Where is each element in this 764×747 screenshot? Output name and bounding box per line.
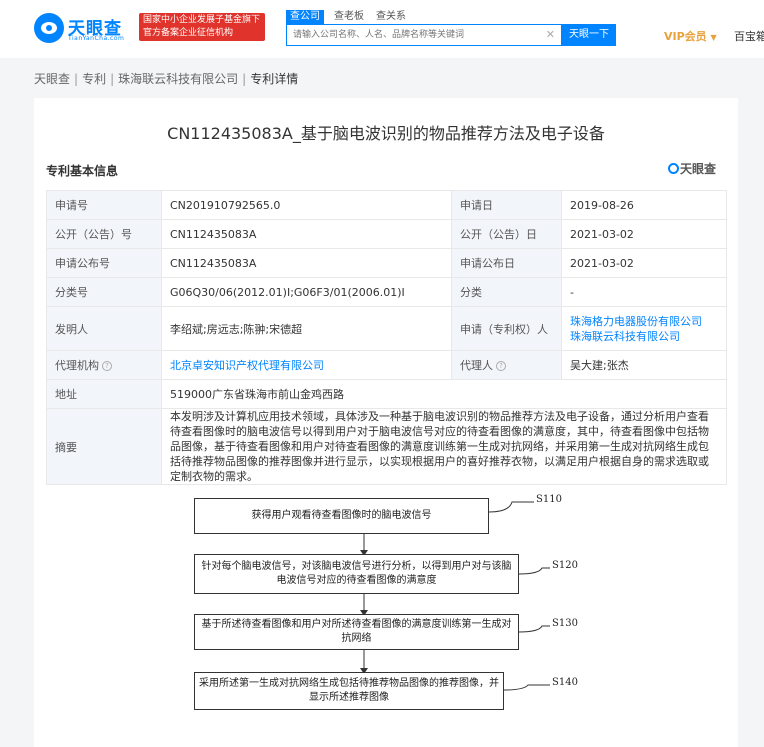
flow-label-s120: S120 <box>552 560 578 571</box>
applicant-link-2[interactable]: 珠海联云科技有限公司 <box>570 329 718 344</box>
applicant-link-1[interactable]: 珠海格力电器股份有限公司 <box>570 314 718 329</box>
label-leader <box>503 684 550 691</box>
category-value: - <box>561 277 727 307</box>
search-input[interactable] <box>287 25 537 45</box>
gov-badge[interactable]: 国家中小企业发展子基金旗下 官方备案企业征信机构 <box>139 13 265 41</box>
page-title: CN112435083A_基于脑电波识别的物品推荐方法及电子设备 <box>167 124 605 143</box>
eye-logo-icon <box>34 13 64 43</box>
tab-boss[interactable]: 查老板 <box>334 10 364 24</box>
caret-down-icon: ▼ <box>710 33 717 42</box>
table-row: 申请号 CN201910792565.0 申请日 2019-08-26 <box>46 190 727 220</box>
application-no-label: 申请号 <box>46 190 162 220</box>
vip-menu[interactable]: VIP会员 ▼ <box>664 28 717 44</box>
inventors-label: 发明人 <box>46 306 162 351</box>
agency-label-text: 代理机构 <box>55 359 99 372</box>
agency-value: 北京卓安知识产权代理有限公司 <box>161 350 452 380</box>
classification-value: G06Q30/06(2012.01)I;G06F3/01(2006.01)I <box>161 277 452 307</box>
label-leader <box>518 625 550 633</box>
application-date-value: 2019-08-26 <box>561 190 727 220</box>
breadcrumb-patent[interactable]: 专利 <box>82 72 106 86</box>
flow-step-4: 采用所述第一生成对抗网络生成包括待推荐物品图像的推荐图像，并显示所述推荐图像 <box>194 672 504 710</box>
application-date-label: 申请日 <box>451 190 562 220</box>
tab-company[interactable]: 查公司 <box>286 10 324 24</box>
publication-date-label: 公开（公告）日 <box>451 219 562 249</box>
baibox-link[interactable]: 百宝箱 <box>734 28 764 44</box>
agent-label: 代理人? <box>451 350 562 380</box>
top-bar: 天眼查 TianYanCha.com 国家中小企业发展子基金旗下 官方备案企业征… <box>0 0 764 58</box>
tab-relation[interactable]: 查关系 <box>376 10 406 24</box>
abstract-label: 摘要 <box>46 408 162 485</box>
table-row: 摘要 本发明涉及计算机应用技术领域，具体涉及一种基于脑电波识别的物品推荐方法及电… <box>46 408 727 485</box>
watermark-logo: 天眼查 <box>668 160 716 177</box>
search-button[interactable]: 天眼一下 <box>562 24 616 46</box>
flow-label-s130: S130 <box>552 618 578 629</box>
breadcrumb-company[interactable]: 珠海联云科技有限公司 <box>118 72 238 86</box>
publication-no-label: 公开（公告）号 <box>46 219 162 249</box>
flow-step-3: 基于所述待查看图像和用户对所述待查看图像的满意度训练第一生成对抗网络 <box>194 614 519 650</box>
table-row: 申请公布号 CN112435083A 申请公布日 2021-03-02 <box>46 248 727 278</box>
abstract-value: 本发明涉及计算机应用技术领域，具体涉及一种基于脑电波识别的物品推荐方法及电子设备… <box>161 408 727 485</box>
grant-date-value: 2021-03-02 <box>561 248 727 278</box>
grant-date-label: 申请公布日 <box>451 248 562 278</box>
site-logo[interactable]: 天眼查 TianYanCha.com <box>34 13 134 45</box>
eye-logo-icon <box>668 163 679 174</box>
breadcrumb: 天眼查 | 专利 | 珠海联云科技有限公司 | 专利详情 <box>34 70 298 87</box>
grant-no-value: CN112435083A <box>161 248 452 278</box>
label-leader <box>518 567 550 575</box>
publication-date-value: 2021-03-02 <box>561 219 727 249</box>
patent-card: CN112435083A_基于脑电波识别的物品推荐方法及电子设备 专利基本信息 … <box>34 98 738 747</box>
application-no-value: CN201910792565.0 <box>161 190 452 220</box>
applicant-value: 珠海格力电器股份有限公司 珠海联云科技有限公司 <box>561 306 727 351</box>
breadcrumb-separator: | <box>242 72 247 86</box>
table-row: 发明人 李绍斌;房远志;陈翀;宋德超 申请（专利权）人 珠海格力电器股份有限公司… <box>46 306 727 351</box>
inventors-value: 李绍斌;房远志;陈翀;宋德超 <box>161 306 452 351</box>
publication-no-value: CN112435083A <box>161 219 452 249</box>
vip-label: VIP会员 <box>664 30 707 43</box>
agent-label-text: 代理人 <box>460 359 493 372</box>
table-row: 代理机构? 北京卓安知识产权代理有限公司 代理人? 吴大建;张杰 <box>46 350 727 380</box>
agency-label: 代理机构? <box>46 350 162 380</box>
agency-link[interactable]: 北京卓安知识产权代理有限公司 <box>170 359 324 372</box>
label-leader <box>488 501 534 513</box>
flow-label-s110: S110 <box>536 494 562 505</box>
help-icon[interactable]: ? <box>102 361 112 371</box>
flow-step-1: 获得用户观看待查看图像时的脑电波信号 <box>194 498 489 534</box>
help-icon[interactable]: ? <box>496 361 506 371</box>
address-label: 地址 <box>46 379 162 409</box>
address-value: 519000广东省珠海市前山金鸡西路 <box>161 379 727 409</box>
patent-info-table: 申请号 CN201910792565.0 申请日 2019-08-26 公开（公… <box>46 190 727 485</box>
logo-subtext: TianYanCha.com <box>68 35 125 42</box>
table-row: 地址 519000广东省珠海市前山金鸡西路 <box>46 379 727 409</box>
table-row: 分类号 G06Q30/06(2012.01)I;G06F3/01(2006.01… <box>46 277 727 307</box>
breadcrumb-separator: | <box>74 72 79 86</box>
patent-flowchart: 获得用户观看待查看图像时的脑电波信号 针对每个脑电波信号，对该脑电波信号进行分析… <box>34 490 738 720</box>
flow-label-s140: S140 <box>552 677 578 688</box>
search-box: ✕ <box>286 24 562 46</box>
gov-badge-line1: 国家中小企业发展子基金旗下 <box>143 15 261 25</box>
clear-icon[interactable]: ✕ <box>546 28 555 41</box>
category-label: 分类 <box>451 277 562 307</box>
grant-no-label: 申请公布号 <box>46 248 162 278</box>
gov-badge-line2: 官方备案企业征信机构 <box>143 28 234 38</box>
agent-value: 吴大建;张杰 <box>561 350 727 380</box>
breadcrumb-home[interactable]: 天眼查 <box>34 72 70 86</box>
table-row: 公开（公告）号 CN112435083A 公开（公告）日 2021-03-02 <box>46 219 727 249</box>
flow-step-2: 针对每个脑电波信号，对该脑电波信号进行分析，以得到用户对与该脑电波信号对应的待查… <box>194 554 519 594</box>
classification-label: 分类号 <box>46 277 162 307</box>
breadcrumb-separator: | <box>110 72 115 86</box>
watermark-text: 天眼查 <box>680 162 717 176</box>
breadcrumb-current: 专利详情 <box>250 72 299 86</box>
applicant-label: 申请（专利权）人 <box>451 306 562 351</box>
section-title: 专利基本信息 <box>46 164 119 178</box>
